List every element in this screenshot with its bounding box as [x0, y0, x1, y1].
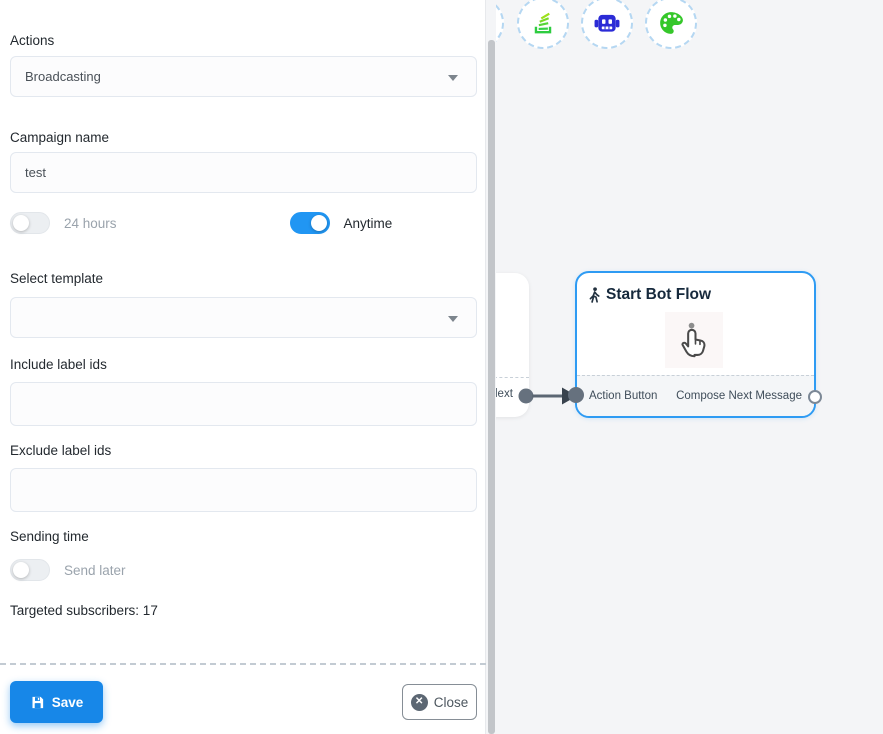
toolbar-circle-robot[interactable] [581, 0, 633, 49]
input-port-label[interactable]: Action Button [589, 390, 657, 402]
palette-icon [658, 10, 684, 36]
node-title: Start Bot Flow [606, 286, 711, 304]
footer-divider [0, 663, 486, 665]
campaign-name-input[interactable] [10, 152, 477, 193]
hand-pointer-icon [677, 321, 711, 359]
exclude-label-ids-input[interactable] [10, 468, 477, 512]
include-label-ids-input[interactable] [10, 382, 477, 426]
toggle-anytime[interactable] [290, 212, 330, 234]
template-select[interactable] [10, 297, 477, 338]
stack-icon [530, 10, 556, 36]
send-later-label: Send later [64, 563, 126, 578]
node-separator [496, 377, 529, 378]
toggle-knob [13, 562, 29, 578]
node-header: Start Bot Flow [588, 286, 711, 304]
circle-x-icon: ✕ [411, 694, 428, 711]
save-button[interactable]: Save [10, 681, 103, 723]
walking-person-icon [588, 287, 601, 304]
toggle-send-later[interactable] [10, 559, 50, 581]
flow-canvas[interactable]: lext Start Bot Flow [496, 0, 883, 734]
actions-select-value: Broadcasting [25, 69, 101, 84]
campaign-name-label: Campaign name [10, 130, 477, 145]
toolbar-circle-palette[interactable] [645, 0, 697, 49]
toolbar-circle-clipped[interactable] [496, 0, 504, 49]
toggle-24-hours-label: 24 hours [64, 216, 117, 231]
start-bot-flow-node[interactable]: Start Bot Flow Action Button Compose Nex… [575, 271, 816, 418]
output-port-connector[interactable] [808, 390, 822, 404]
cursor-overlay [665, 312, 723, 368]
exclude-label-ids-label: Exclude label ids [10, 443, 477, 458]
broadcast-flow-editor: Actions Broadcasting Campaign name 24 ho… [0, 0, 883, 734]
select-template-label: Select template [10, 271, 477, 286]
input-port-connector[interactable] [568, 387, 584, 403]
floppy-disk-icon [30, 695, 45, 710]
toggle-anytime-label: Anytime [344, 216, 393, 231]
caret-down-icon [448, 75, 458, 81]
output-port-label[interactable]: Compose Next Message [676, 390, 802, 402]
broadcast-settings-panel: Actions Broadcasting Campaign name 24 ho… [0, 0, 486, 734]
include-label-ids-label: Include label ids [10, 357, 477, 372]
panel-scrollbar[interactable] [488, 40, 495, 734]
close-button[interactable]: ✕ Close [402, 684, 477, 720]
clipped-flow-node[interactable]: lext [496, 273, 529, 417]
save-button-label: Save [52, 695, 84, 710]
node-footer: Action Button Compose Next Message [577, 375, 814, 416]
toggle-knob [13, 215, 29, 231]
toolbar-circle-stack[interactable] [517, 0, 569, 49]
toggle-24-hours[interactable] [10, 212, 50, 234]
clipped-port-label: lext [496, 388, 513, 400]
actions-select[interactable]: Broadcasting [10, 56, 477, 97]
robot-icon [594, 10, 620, 36]
caret-down-icon [448, 316, 458, 322]
targeted-subscribers-text: Targeted subscribers: 17 [10, 603, 477, 618]
close-button-label: Close [434, 695, 469, 710]
actions-label: Actions [10, 33, 477, 48]
sending-time-label: Sending time [10, 529, 477, 544]
toggle-knob [311, 215, 327, 231]
